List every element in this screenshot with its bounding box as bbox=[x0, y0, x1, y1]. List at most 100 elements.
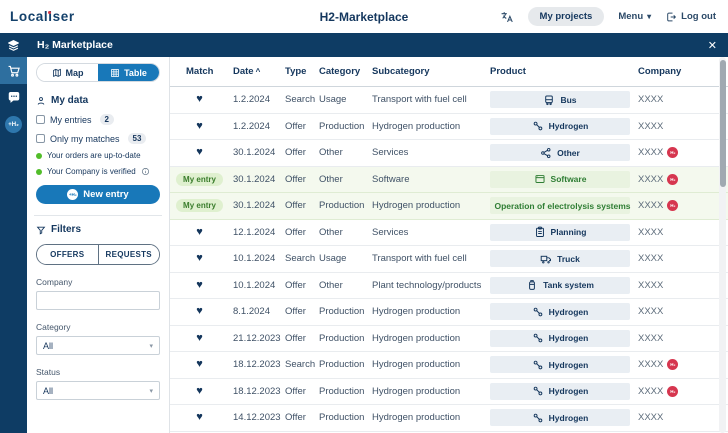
type-cell: Search bbox=[285, 359, 315, 371]
only-matches-checkbox[interactable] bbox=[36, 134, 45, 143]
scrollbar-thumb[interactable] bbox=[719, 60, 726, 187]
table-row[interactable]: ♥ 12.1.2024 Offer Other Services Plannin… bbox=[170, 220, 728, 246]
product-badge[interactable]: Software bbox=[490, 170, 630, 188]
product-cell: Other bbox=[486, 144, 634, 162]
col-header-category[interactable]: Category bbox=[315, 66, 368, 77]
close-icon[interactable]: ✕ bbox=[708, 39, 717, 52]
product-label: Hydrogen bbox=[548, 386, 589, 397]
product-badge[interactable]: Hydrogen bbox=[490, 117, 630, 135]
view-toggle: Map Table bbox=[36, 63, 160, 82]
info-icon[interactable] bbox=[141, 167, 150, 176]
heart-icon[interactable]: ♥ bbox=[196, 279, 203, 291]
table-row[interactable]: ♥ 18.12.2023 Offer Production Hydrogen p… bbox=[170, 379, 728, 405]
date-cell: 1.2.2024 bbox=[233, 120, 270, 132]
product-badge[interactable]: Truck bbox=[490, 250, 630, 268]
panel-divider bbox=[34, 215, 162, 216]
map-icon bbox=[52, 68, 62, 78]
table-row[interactable]: ♥ 8.1.2024 Offer Production Hydrogen pro… bbox=[170, 299, 728, 326]
category-cell: Other bbox=[319, 279, 343, 291]
icon-rail: +H₂ bbox=[0, 57, 27, 433]
chat-icon bbox=[7, 91, 21, 105]
heart-icon[interactable]: ♥ bbox=[196, 306, 203, 317]
new-entry-button[interactable]: +H₂ New entry bbox=[36, 185, 160, 204]
heart-icon[interactable]: ♥ bbox=[196, 332, 203, 344]
offers-button[interactable]: OFFERS bbox=[37, 245, 99, 264]
type-cell: Offer bbox=[285, 200, 306, 212]
map-view-button[interactable]: Map bbox=[37, 64, 98, 81]
category-cell: Production bbox=[319, 306, 365, 318]
col-header-product[interactable]: Product bbox=[486, 66, 634, 77]
new-entry-label: New entry bbox=[83, 189, 129, 200]
heart-icon[interactable]: ♥ bbox=[196, 385, 203, 397]
product-badge[interactable]: Hydrogen bbox=[490, 409, 630, 427]
map-label: Map bbox=[65, 67, 84, 78]
product-badge[interactable]: Hydrogen bbox=[490, 303, 630, 321]
logout-button[interactable]: Log out bbox=[665, 11, 716, 23]
filters-title: Filters bbox=[51, 224, 82, 235]
product-badge[interactable]: Planning bbox=[490, 223, 630, 241]
heart-icon[interactable]: ♥ bbox=[196, 412, 203, 423]
table-row[interactable]: ♥ 1.2.2024 Search Usage Transport with f… bbox=[170, 87, 728, 114]
my-entries-checkbox[interactable] bbox=[36, 115, 45, 124]
date-header-label: Date bbox=[233, 66, 254, 77]
heart-icon[interactable]: ♥ bbox=[196, 359, 203, 370]
product-badge[interactable]: Hydrogen bbox=[490, 382, 630, 400]
col-header-company[interactable]: Company bbox=[634, 66, 728, 77]
table-view-button[interactable]: Table bbox=[98, 64, 159, 81]
product-badge[interactable]: Hydrogen bbox=[490, 329, 630, 347]
product-icon bbox=[532, 306, 544, 318]
product-cell: Software bbox=[486, 170, 634, 188]
status-select[interactable]: All ▾ bbox=[36, 381, 160, 400]
product-badge[interactable]: Bus bbox=[490, 91, 630, 109]
requests-button[interactable]: REQUESTS bbox=[98, 245, 159, 264]
company-cell: XXXX bbox=[634, 94, 728, 105]
product-badge[interactable]: Hydrogen bbox=[490, 356, 630, 374]
my-projects-button[interactable]: My projects bbox=[527, 7, 605, 26]
table-row[interactable]: ♥ 14.12.2023 Offer Production Hydrogen p… bbox=[170, 405, 728, 432]
table-row[interactable]: ♥ 1.2.2024 Offer Production Hydrogen pro… bbox=[170, 114, 728, 140]
layers-icon[interactable] bbox=[7, 39, 20, 52]
heart-icon[interactable]: ♥ bbox=[196, 226, 203, 238]
rail-item-chat[interactable] bbox=[0, 84, 27, 111]
scrollbar-track[interactable] bbox=[719, 57, 726, 433]
h2-company-badge-icon: H₂ bbox=[667, 385, 679, 397]
product-badge[interactable]: Tank system bbox=[490, 276, 630, 294]
orders-status: Your orders are up-to-date bbox=[36, 151, 160, 160]
product-icon bbox=[532, 412, 544, 424]
grid-icon bbox=[110, 68, 120, 78]
product-badge[interactable]: Other bbox=[490, 144, 630, 162]
heart-icon[interactable]: ♥ bbox=[196, 147, 203, 158]
company-name: XXXX bbox=[638, 94, 664, 106]
status-value: All bbox=[43, 385, 54, 396]
type-cell: Offer bbox=[285, 332, 306, 344]
heart-icon[interactable]: ♥ bbox=[196, 94, 203, 105]
col-header-type[interactable]: Type bbox=[281, 66, 315, 77]
table-label: Table bbox=[124, 67, 147, 78]
rail-item-marketplace[interactable] bbox=[0, 57, 27, 84]
logo[interactable]: Localiser bbox=[10, 9, 75, 24]
product-label: Hydrogen bbox=[548, 121, 589, 132]
date-cell: 30.1.2024 bbox=[233, 173, 276, 185]
table-row[interactable]: My entry 30.1.2024 Offer Production Hydr… bbox=[170, 193, 728, 220]
product-badge[interactable]: Operation of electrolysis systems bbox=[490, 197, 631, 215]
date-cell: 30.1.2024 bbox=[233, 147, 276, 159]
rail-item-add-h2[interactable]: +H₂ bbox=[0, 111, 27, 138]
product-icon bbox=[532, 385, 544, 397]
company-input[interactable] bbox=[36, 291, 160, 310]
table-row[interactable]: ♥ 21.12.2023 Offer Production Hydrogen p… bbox=[170, 326, 728, 352]
product-icon bbox=[534, 173, 546, 185]
col-header-subcategory[interactable]: Subcategory bbox=[368, 66, 486, 77]
chevron-down-icon: ▾ bbox=[149, 387, 153, 395]
heart-icon[interactable]: ♥ bbox=[196, 120, 203, 132]
table-row[interactable]: ♥ 10.1.2024 Offer Other Plant technology… bbox=[170, 273, 728, 299]
table-row[interactable]: ♥ 30.1.2024 Offer Other Services Other X… bbox=[170, 140, 728, 167]
translate-icon[interactable] bbox=[500, 10, 514, 24]
table-row[interactable]: ♥ 10.1.2024 Search Usage Transport with … bbox=[170, 246, 728, 273]
menu-button[interactable]: Menu ▾ bbox=[618, 11, 651, 22]
table-row[interactable]: My entry 30.1.2024 Offer Other Software … bbox=[170, 166, 728, 193]
table-row[interactable]: ♥ 18.12.2023 Search Production Hydrogen … bbox=[170, 352, 728, 379]
category-select[interactable]: All ▾ bbox=[36, 336, 160, 355]
col-header-date[interactable]: Date ^ bbox=[229, 66, 281, 77]
heart-icon[interactable]: ♥ bbox=[196, 253, 203, 264]
col-header-match[interactable]: Match bbox=[170, 66, 229, 77]
